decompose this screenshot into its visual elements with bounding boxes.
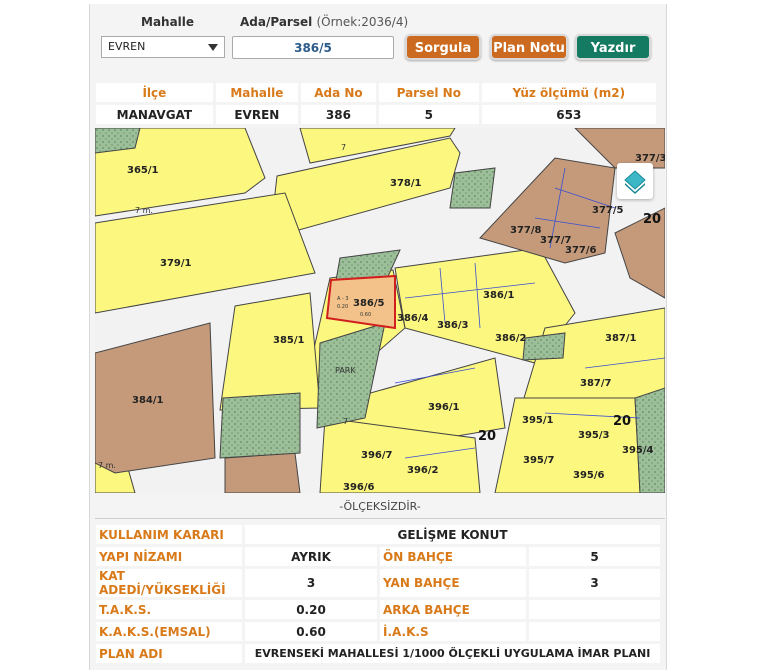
- parcel-label-386-5: 386/5: [353, 298, 385, 309]
- arka-bahce-value: [529, 600, 660, 619]
- zoning-map-canvas: 365/1 378/1 379/1 384/1 385/1 386/5 386/…: [95, 128, 665, 493]
- ada-parsel-input[interactable]: 386/5: [232, 36, 394, 59]
- header-yuz-olcumu: Yüz ölçümü (m2): [481, 83, 656, 102]
- chevron-down-icon: [208, 44, 218, 51]
- value-ada-no: 386: [300, 105, 376, 124]
- parcel-label-386-4: 386/4: [397, 313, 429, 324]
- zoning-code-taks: 0.20: [337, 304, 348, 310]
- zoning-code-a3: A - 3: [337, 296, 349, 302]
- block-number-20-b: 20: [643, 212, 661, 227]
- parcel-label-385-1: 385/1: [273, 335, 305, 346]
- parcel-label-395-7: 395/7: [523, 455, 555, 466]
- header-ada-no: Ada No: [300, 83, 376, 102]
- parcel-label-386-3: 386/3: [437, 320, 469, 331]
- iaks-value: [529, 622, 660, 641]
- arka-bahce-label: ARKA BAHÇE: [380, 600, 526, 619]
- scale-note: -ÖLÇEKSİZDİR-: [339, 500, 421, 513]
- kaks-value: 0.60: [245, 622, 377, 641]
- parcel-label-377-6: 377/6: [565, 245, 597, 256]
- attribute-table: KULLANIM KARARI GELİŞME KONUT YAPI NİZAM…: [93, 522, 663, 666]
- layers-button[interactable]: [617, 163, 653, 199]
- header-parsel-no: Parsel No: [378, 83, 479, 102]
- parcel-label-384-1: 384/1: [132, 395, 164, 406]
- parcel-label-386-1: 386/1: [483, 290, 515, 301]
- yapi-value: AYRIK: [245, 547, 377, 566]
- on-bahce-label: ÖN BAHÇE: [380, 547, 526, 566]
- summary-value-row: MANAVGAT EVREN 386 5 653: [96, 105, 656, 124]
- iaks-label: İ.A.K.S: [380, 622, 526, 641]
- parcel-label-395-3: 395/3: [578, 430, 610, 441]
- summary-header-row: İlçe Mahalle Ada No Parsel No Yüz ölçümü…: [96, 83, 656, 102]
- parcel-label-377-8: 377/8: [510, 225, 542, 236]
- parcel-label-395-4: 395/4: [622, 445, 654, 456]
- parcel-label-395-6: 395/6: [573, 470, 605, 481]
- kullanim-label: KULLANIM KARARI: [96, 525, 242, 544]
- kat-value: 3: [245, 569, 377, 597]
- street-label-3: 7: [343, 417, 348, 426]
- kat-label: KAT ADEDİ/YÜKSEKLİĞİ: [96, 569, 242, 597]
- street-label-1: 7 m.: [135, 206, 153, 215]
- taks-value: 0.20: [245, 600, 377, 619]
- header-mahalle: Mahalle: [215, 83, 298, 102]
- layers-icon: [624, 170, 646, 194]
- block-number-20-a: 20: [478, 429, 496, 444]
- parcel-label-386-2: 386/2: [495, 333, 527, 344]
- parcel-label-387-7: 387/7: [580, 378, 612, 389]
- parcel-label-365-1: 365/1: [127, 165, 159, 176]
- divider: [95, 518, 665, 519]
- summary-table: İlçe Mahalle Ada No Parsel No Yüz ölçümü…: [93, 80, 659, 127]
- ada-parsel-label-text: Ada/Parsel: [240, 15, 313, 29]
- street-label-4: 7 m.: [98, 461, 116, 470]
- mahalle-select-value: EVREN: [108, 40, 146, 53]
- mahalle-select[interactable]: EVREN: [101, 36, 225, 58]
- park-label: PARK: [335, 366, 356, 375]
- parcel-label-387-1: 387/1: [605, 333, 637, 344]
- value-mahalle: EVREN: [215, 105, 298, 124]
- parcel-label-378-1: 378/1: [390, 178, 422, 189]
- attr-row-taks: T.A.K.S. 0.20 ARKA BAHÇE: [96, 600, 660, 619]
- attr-row-yapi: YAPI NİZAMI AYRIK ÖN BAHÇE 5: [96, 547, 660, 566]
- attr-row-kat: KAT ADEDİ/YÜKSEKLİĞİ 3 YAN BAHÇE 3: [96, 569, 660, 597]
- ada-parsel-label: Ada/Parsel (Örnek:2036/4): [240, 15, 408, 29]
- kaks-label: K.A.K.S.(EMSAL): [96, 622, 242, 641]
- attr-row-kaks: K.A.K.S.(EMSAL) 0.60 İ.A.K.S: [96, 622, 660, 641]
- parcel-label-396-2: 396/2: [407, 465, 439, 476]
- parcel-label-396-6: 396/6: [343, 482, 375, 493]
- yan-bahce-label: YAN BAHÇE: [380, 569, 526, 597]
- plan-notu-button[interactable]: Plan Notu: [490, 34, 568, 60]
- header-ilce: İlçe: [96, 83, 213, 102]
- yazdir-button[interactable]: Yazdır: [575, 34, 651, 60]
- zoning-map[interactable]: 365/1 378/1 379/1 384/1 385/1 386/5 386/…: [95, 128, 665, 493]
- sorgula-button[interactable]: Sorgula: [405, 34, 481, 60]
- yapi-label: YAPI NİZAMI: [96, 547, 242, 566]
- value-ilce: MANAVGAT: [96, 105, 213, 124]
- parcel-label-395-1: 395/1: [522, 415, 554, 426]
- value-parsel-no: 5: [378, 105, 479, 124]
- parcel-label-379-1: 379/1: [160, 258, 192, 269]
- ada-parsel-example: (Örnek:2036/4): [316, 15, 409, 29]
- attr-row-plan: PLAN ADI EVRENSEKİ MAHALLESİ 1/1000 ÖLÇE…: [96, 644, 660, 663]
- value-yuz-olcumu: 653: [481, 105, 656, 124]
- plan-value: EVRENSEKİ MAHALLESİ 1/1000 ÖLÇEKLİ UYGUL…: [245, 644, 660, 663]
- yan-bahce-value: 3: [529, 569, 660, 597]
- taks-label: T.A.K.S.: [96, 600, 242, 619]
- plan-label: PLAN ADI: [96, 644, 242, 663]
- block-number-20-c: 20: [613, 414, 631, 429]
- parcel-label-396-7: 396/7: [361, 450, 393, 461]
- attr-row-kullanim: KULLANIM KARARI GELİŞME KONUT: [96, 525, 660, 544]
- zoning-code-kaks: 0.60: [360, 312, 371, 318]
- on-bahce-value: 5: [529, 547, 660, 566]
- parcel-label-396-1: 396/1: [428, 402, 460, 413]
- kullanim-value: GELİŞME KONUT: [245, 525, 660, 544]
- mahalle-label: Mahalle: [141, 15, 195, 29]
- parcel-label-377-5: 377/5: [592, 205, 624, 216]
- street-label-2: 7: [341, 143, 346, 152]
